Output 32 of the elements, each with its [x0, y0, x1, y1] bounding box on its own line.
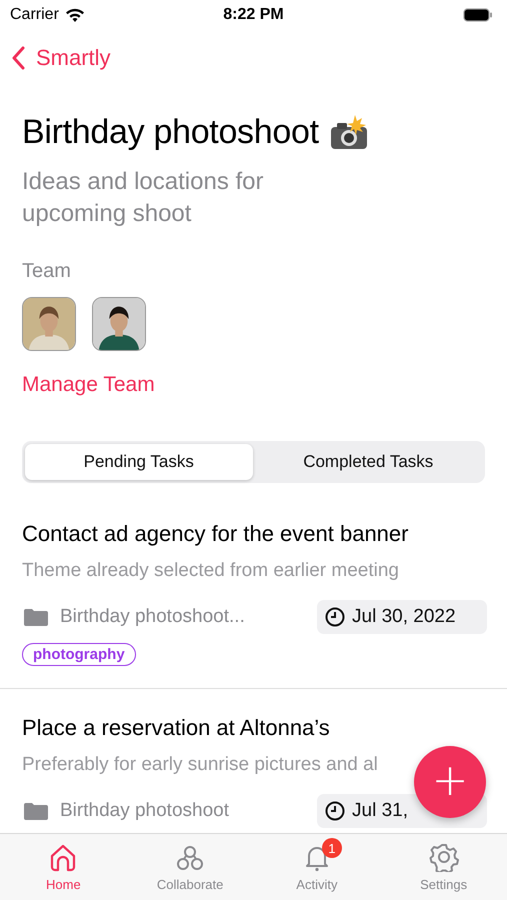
add-button[interactable]: +: [414, 746, 486, 818]
task-title: Place a reservation at Altonna’s: [22, 715, 331, 741]
task-description: Preferably for early sunrise pictures and al: [22, 754, 379, 776]
notification-badge: 1: [322, 838, 342, 858]
project-description: Ideas and locations for upcoming shoot: [22, 167, 264, 229]
team-label: Team: [22, 260, 72, 283]
chevron-left-icon: [12, 46, 26, 70]
tab-bar-item[interactable]: 1 Activity: [254, 834, 380, 900]
task-description: Theme already selected from earlier meeting: [22, 560, 400, 582]
segment-tab[interactable]: Pending Tasks: [25, 444, 252, 480]
project-title: Birthday photoshoot: [22, 113, 319, 152]
tab-bar-item[interactable]: Home: [0, 834, 127, 900]
clock-icon: [325, 607, 345, 627]
gear-icon: [428, 842, 459, 872]
back-button[interactable]: Smartly: [12, 42, 111, 74]
tab-bar-item[interactable]: Settings: [380, 834, 507, 900]
wifi-icon: [64, 8, 85, 22]
tab-bar-item[interactable]: Collaborate: [126, 834, 254, 900]
manage-team-link[interactable]: Manage Team: [22, 373, 155, 397]
clock-icon: [325, 801, 345, 821]
segment-tab[interactable]: Completed Tasks: [254, 444, 482, 480]
task-title: Contact ad agency for the event banner: [22, 521, 410, 547]
folder-icon: [24, 608, 48, 626]
task-project: Birthday photoshoot...: [60, 606, 245, 628]
carrier-label: Carrier: [10, 6, 59, 24]
battery-icon: [463, 8, 493, 22]
clock-time: 8:22 PM: [223, 6, 284, 24]
camera-flash-icon: [328, 114, 369, 150]
due-date-chip: Jul 30, 2022: [317, 600, 487, 634]
tag-label: photography: [22, 643, 136, 666]
folder-icon: [24, 802, 48, 820]
task-project: Birthday photoshoot: [60, 800, 230, 822]
